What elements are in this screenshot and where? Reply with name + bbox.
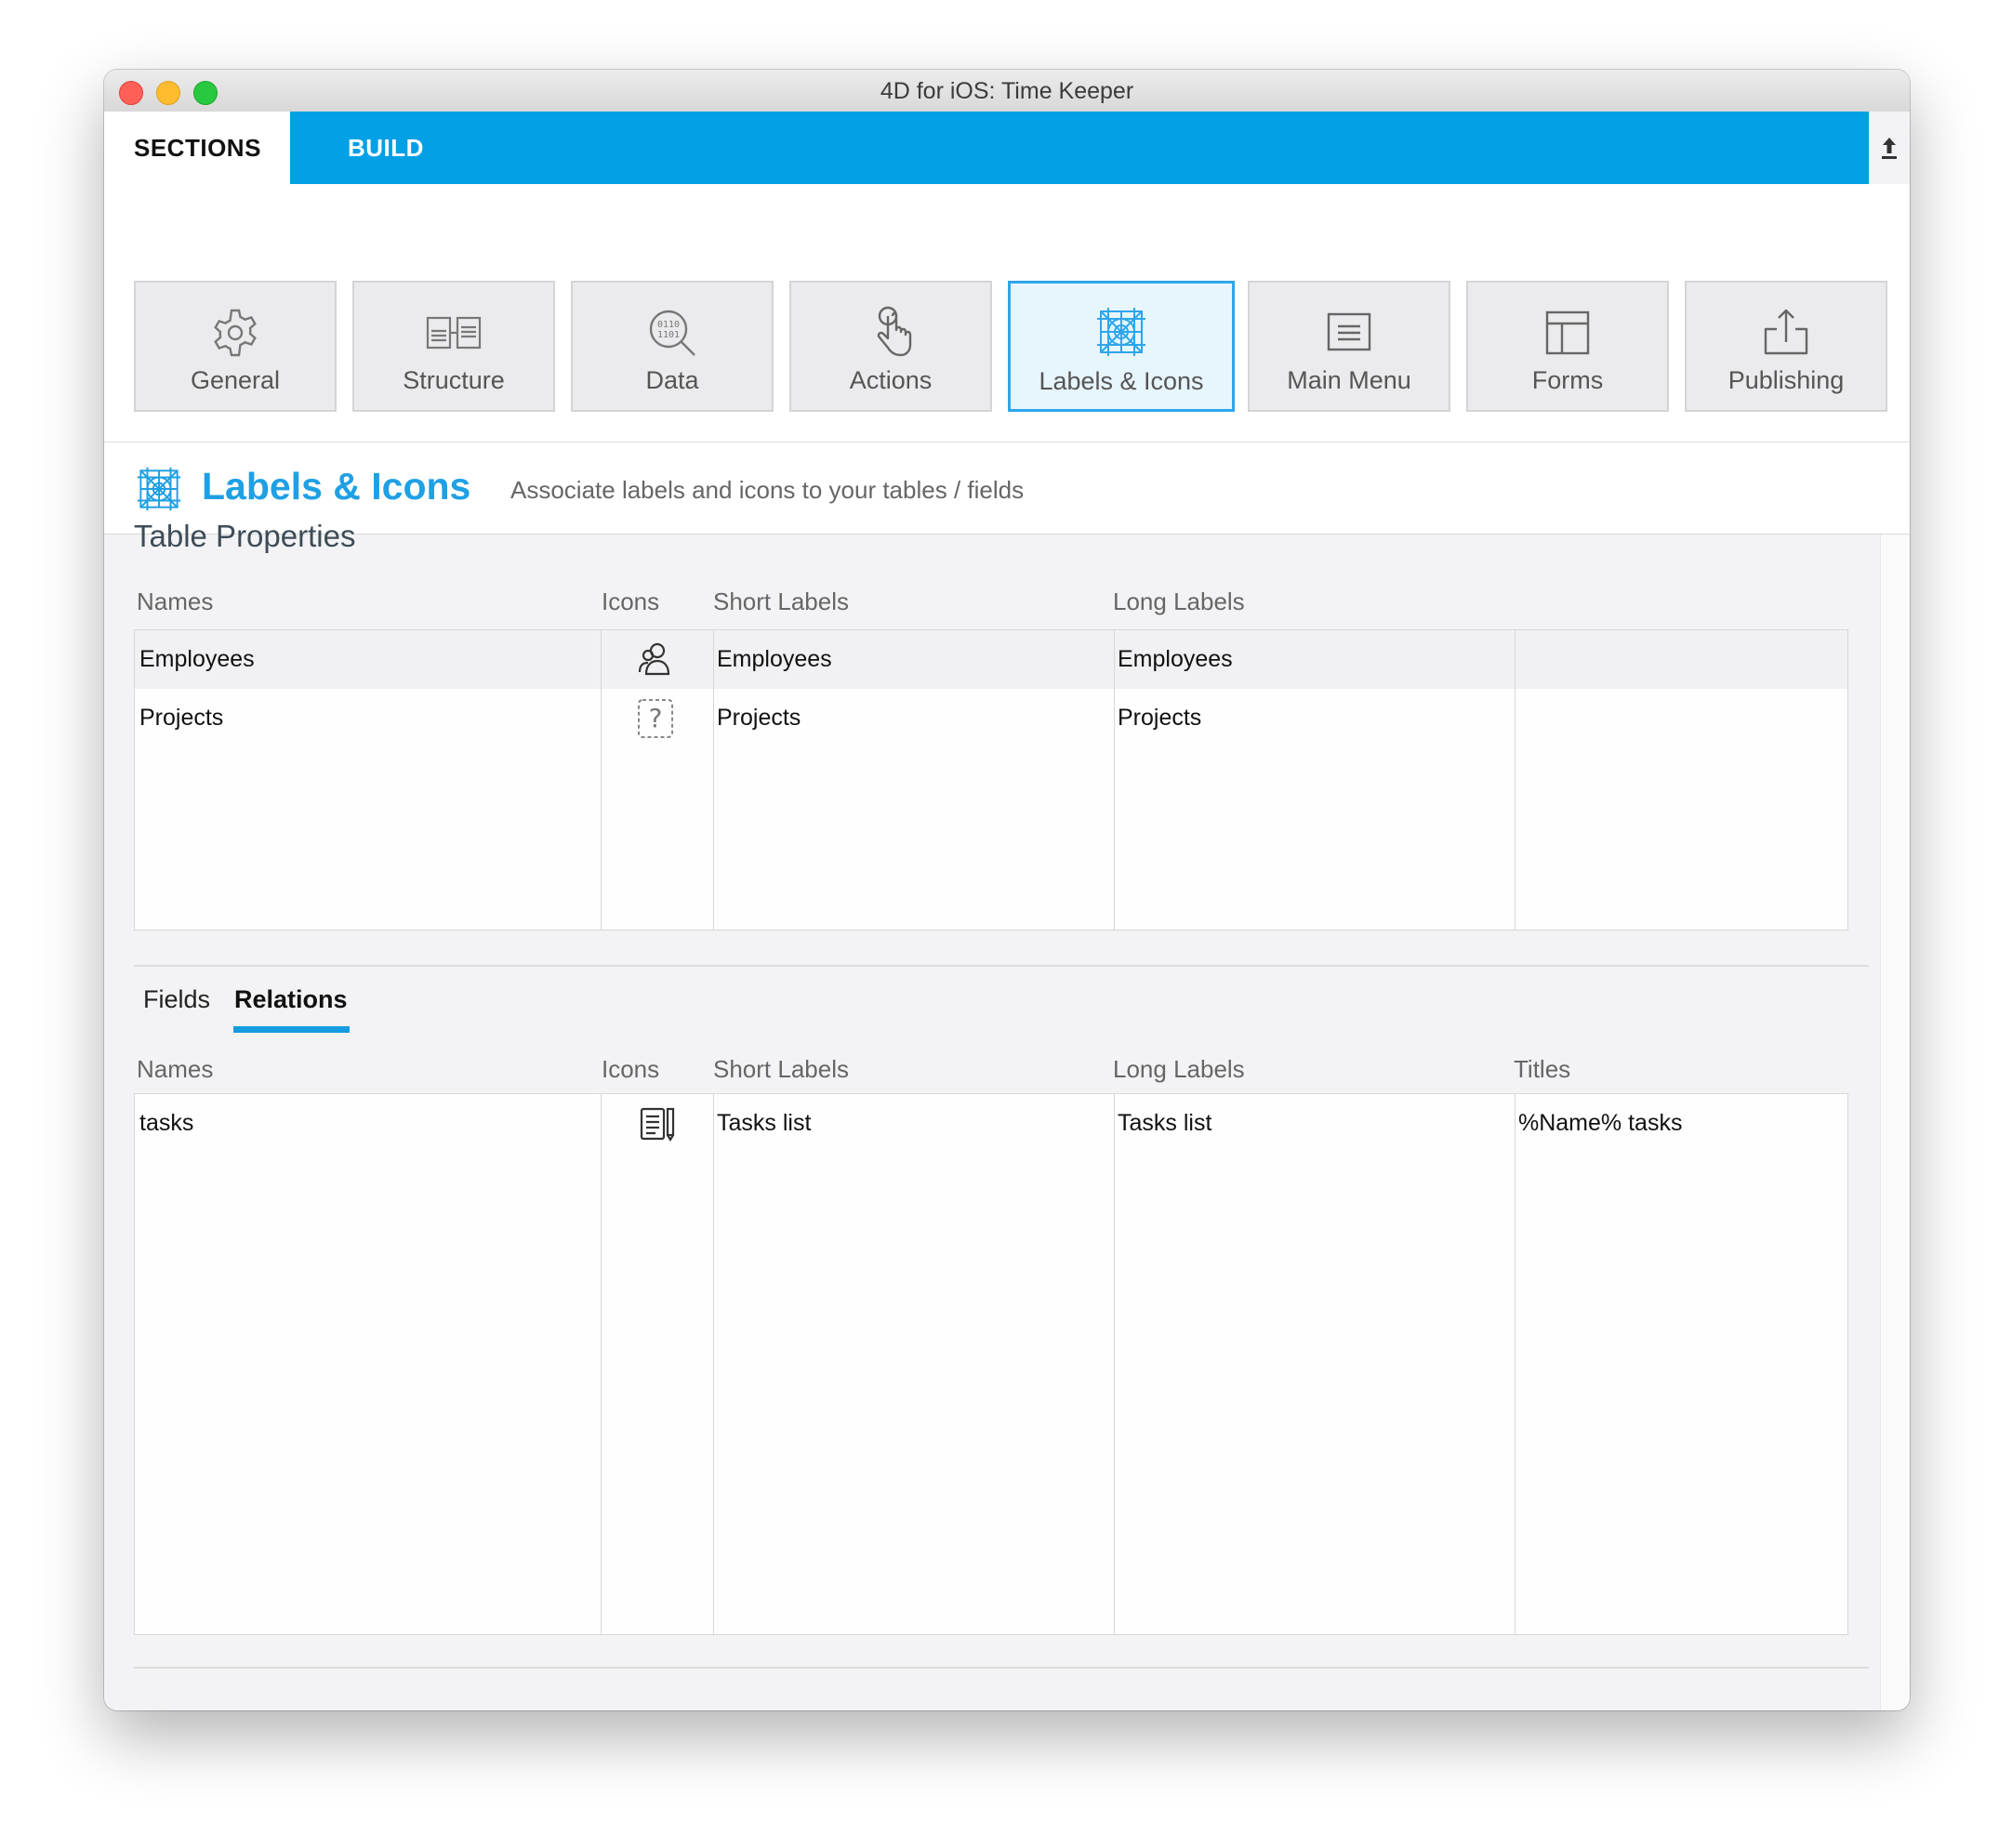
row-short-label-cell[interactable]: Projects xyxy=(717,689,801,747)
publish-upload-icon xyxy=(1764,309,1808,355)
column-divider xyxy=(713,1094,714,1634)
column-header-short-labels: Short Labels xyxy=(713,1055,849,1083)
table-properties-grid: Employees Employees Employees Projects ?… xyxy=(134,629,1848,931)
upload-button[interactable] xyxy=(1869,112,1910,184)
subtab-fields[interactable]: Fields xyxy=(143,985,210,1014)
tab-sections-label: SECTIONS xyxy=(134,134,261,162)
table-properties-title: Table Properties xyxy=(134,519,356,553)
data-search-icon: 0110 1101 xyxy=(649,310,695,356)
table-row[interactable]: Employees Employees Employees xyxy=(135,630,1847,689)
labels-icons-icon xyxy=(137,467,181,511)
table-row[interactable]: tasks Tasks list Tasks list %Name% tasks xyxy=(135,1094,1847,1153)
row-short-label-cell[interactable]: Tasks list xyxy=(717,1094,811,1153)
tab-build[interactable]: BUILD xyxy=(290,112,457,184)
people-icon[interactable] xyxy=(637,640,674,678)
column-divider xyxy=(601,1094,602,1634)
column-header-long-labels: Long Labels xyxy=(1113,587,1245,615)
upload-arrow-icon xyxy=(1882,138,1897,159)
column-header-icons: Icons xyxy=(602,1055,660,1083)
gear-icon xyxy=(214,309,257,357)
vertical-scrollbar[interactable] xyxy=(1880,535,1910,1710)
column-header-short-labels: Short Labels xyxy=(713,587,849,615)
tab-sections[interactable]: SECTIONS xyxy=(104,112,290,184)
subtab-active-indicator xyxy=(233,1026,350,1033)
app-window: 4D for iOS: Time Keeper SECTIONS BUILD G… xyxy=(104,70,1910,1710)
page-description: Associate labels and icons to your table… xyxy=(510,476,1025,504)
section-data-button[interactable]: 0110 1101 Data xyxy=(571,281,774,412)
row-long-label-cell[interactable]: Projects xyxy=(1118,689,1201,747)
row-title-cell[interactable]: %Name% tasks xyxy=(1518,1094,1682,1153)
svg-text:?: ? xyxy=(649,703,663,733)
svg-text:1101: 1101 xyxy=(657,330,680,340)
section-forms-button[interactable]: Forms xyxy=(1466,281,1669,412)
section-general-label: General xyxy=(190,366,281,394)
section-general-button[interactable]: General xyxy=(134,281,337,412)
row-long-label-cell[interactable]: Employees xyxy=(1118,630,1233,689)
column-header-names: Names xyxy=(137,1055,214,1083)
relations-grid: tasks Tasks list Tasks list %Name% tasks xyxy=(134,1093,1848,1635)
column-header-icons: Icons xyxy=(602,587,660,615)
section-publishing-label: Publishing xyxy=(1727,366,1845,394)
column-divider xyxy=(1515,1094,1516,1634)
section-actions-label: Actions xyxy=(849,366,933,394)
section-actions-button[interactable]: Actions xyxy=(789,281,992,412)
section-labels-icons-button[interactable]: Labels & Icons xyxy=(1008,281,1235,412)
subtab-relations[interactable]: Relations xyxy=(234,985,348,1014)
section-header: Labels & Icons Associate labels and icon… xyxy=(104,442,1910,535)
tab-build-label: BUILD xyxy=(348,134,424,162)
section-structure-label: Structure xyxy=(403,366,505,394)
table-row[interactable]: Projects ? Projects Projects xyxy=(135,689,1847,747)
window-title: 4D for iOS: Time Keeper xyxy=(880,78,1134,104)
section-main-menu-button[interactable]: Main Menu xyxy=(1248,281,1450,412)
labels-icons-icon xyxy=(1097,308,1145,356)
menu-icon xyxy=(1327,312,1371,351)
section-data-label: Data xyxy=(645,366,699,394)
task-list-icon[interactable] xyxy=(639,1105,676,1142)
column-header-titles: Titles xyxy=(1514,1055,1571,1083)
section-publishing-button[interactable]: Publishing xyxy=(1685,281,1887,412)
column-header-names: Names xyxy=(137,587,214,615)
page-title: Labels & Icons xyxy=(202,465,471,508)
column-divider xyxy=(1114,630,1115,930)
svg-text:0110: 0110 xyxy=(657,320,680,330)
column-divider xyxy=(601,630,602,930)
main-tab-bar: SECTIONS BUILD xyxy=(104,112,1869,184)
row-name-cell[interactable]: tasks xyxy=(139,1094,193,1153)
section-divider xyxy=(134,1667,1869,1669)
section-divider xyxy=(134,965,1869,967)
row-name-cell[interactable]: Employees xyxy=(139,630,255,689)
column-divider xyxy=(1114,1094,1115,1634)
row-short-label-cell[interactable]: Employees xyxy=(717,630,832,689)
section-forms-label: Forms xyxy=(1531,366,1604,394)
tap-gesture-icon xyxy=(877,306,912,357)
structure-icon xyxy=(426,316,482,350)
row-long-label-cell[interactable]: Tasks list xyxy=(1118,1094,1211,1153)
section-toolbar: General Structure 0110 1101 Data Actions… xyxy=(104,184,1910,442)
section-labels-icons-label: Labels & Icons xyxy=(1039,367,1204,395)
row-name-cell[interactable]: Projects xyxy=(139,689,223,747)
section-structure-button[interactable]: Structure xyxy=(352,281,555,412)
column-header-long-labels: Long Labels xyxy=(1113,1055,1245,1083)
unknown-question-icon[interactable]: ? xyxy=(637,698,674,739)
column-divider xyxy=(1515,630,1516,930)
section-main-menu-label: Main Menu xyxy=(1287,366,1411,394)
title-bar[interactable]: 4D for iOS: Time Keeper xyxy=(104,70,1910,112)
column-divider xyxy=(713,630,714,930)
forms-layout-icon xyxy=(1545,310,1590,355)
